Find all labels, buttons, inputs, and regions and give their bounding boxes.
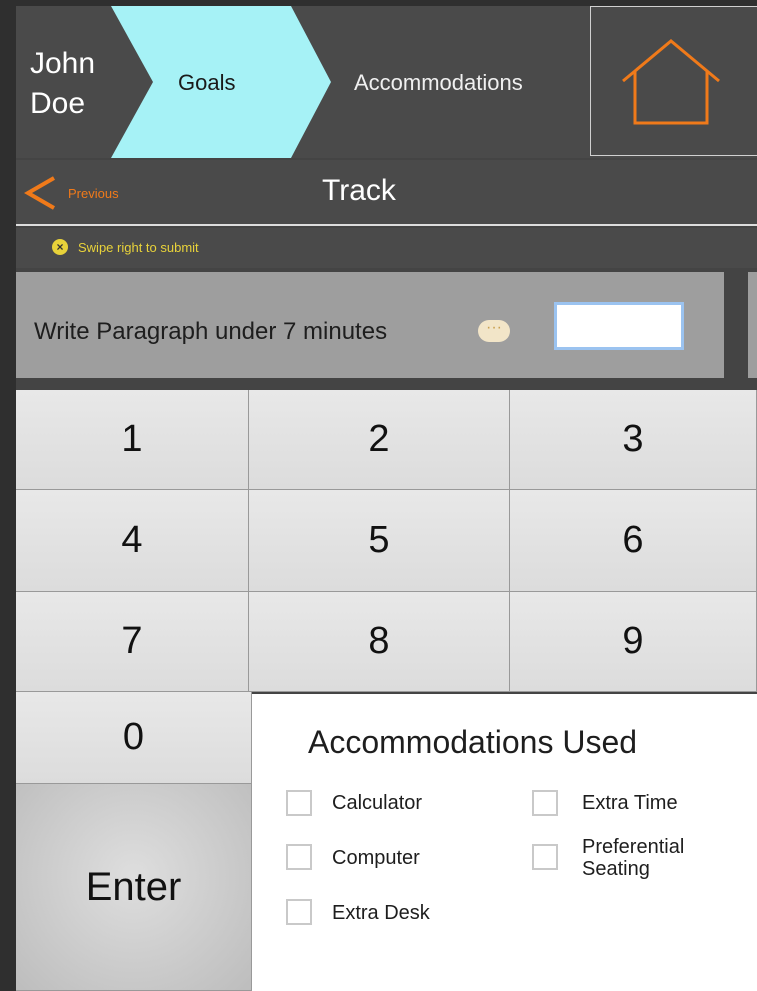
close-circle-icon[interactable]: × — [52, 239, 68, 255]
swipe-hint: × Swipe right to submit — [16, 228, 757, 268]
extra-desk-checkbox[interactable] — [286, 899, 312, 925]
computer-checkbox[interactable] — [286, 844, 312, 870]
key-6[interactable]: 6 — [510, 490, 757, 592]
enter-button[interactable]: Enter — [16, 784, 252, 991]
track-bar: Previous Track — [16, 160, 757, 226]
preferential-seating-checkbox[interactable] — [532, 844, 558, 870]
user-name[interactable]: John Doe — [30, 44, 120, 124]
page-title: Track — [322, 174, 396, 207]
goal-text: Write Paragraph under 7 minutes — [34, 318, 388, 345]
extra-desk-label: Extra Desk — [332, 902, 430, 924]
key-0[interactable]: 0 — [16, 692, 252, 784]
home-button[interactable] — [590, 6, 757, 156]
goals-tab[interactable]: Goals — [178, 70, 235, 96]
preferential-seating-label: Preferential Seating — [582, 836, 685, 880]
key-9[interactable]: 9 — [510, 592, 757, 692]
previous-button[interactable]: Previous — [68, 186, 119, 201]
accommodations-tab[interactable]: Accommodations — [354, 70, 523, 96]
key-1[interactable]: 1 — [16, 390, 249, 490]
extra-time-checkbox[interactable] — [532, 790, 558, 816]
key-2[interactable]: 2 — [249, 390, 510, 490]
top-nav: John Doe Goals Accommodations — [16, 6, 757, 158]
extra-time-label: Extra Time — [582, 792, 678, 814]
next-goal-panel-edge — [748, 272, 757, 378]
key-8[interactable]: 8 — [249, 592, 510, 692]
home-icon — [622, 39, 720, 125]
accommodations-title: Accommodations Used — [308, 724, 638, 760]
swipe-hint-text: Swipe right to submit — [78, 240, 199, 255]
chevron-left-icon[interactable] — [24, 176, 58, 210]
calculator-checkbox[interactable] — [286, 790, 312, 816]
key-7[interactable]: 7 — [16, 592, 249, 692]
key-5[interactable]: 5 — [249, 490, 510, 592]
goal-value-input[interactable] — [554, 302, 684, 350]
ellipsis-icon[interactable]: ··· — [478, 320, 510, 342]
calculator-label: Calculator — [332, 792, 423, 814]
accommodations-panel: Accommodations Used Calculator Extra Tim… — [252, 694, 757, 991]
computer-label: Computer — [332, 847, 420, 869]
goal-panel: Write Paragraph under 7 minutes ··· — [16, 272, 724, 378]
key-3[interactable]: 3 — [510, 390, 757, 490]
key-4[interactable]: 4 — [16, 490, 249, 592]
